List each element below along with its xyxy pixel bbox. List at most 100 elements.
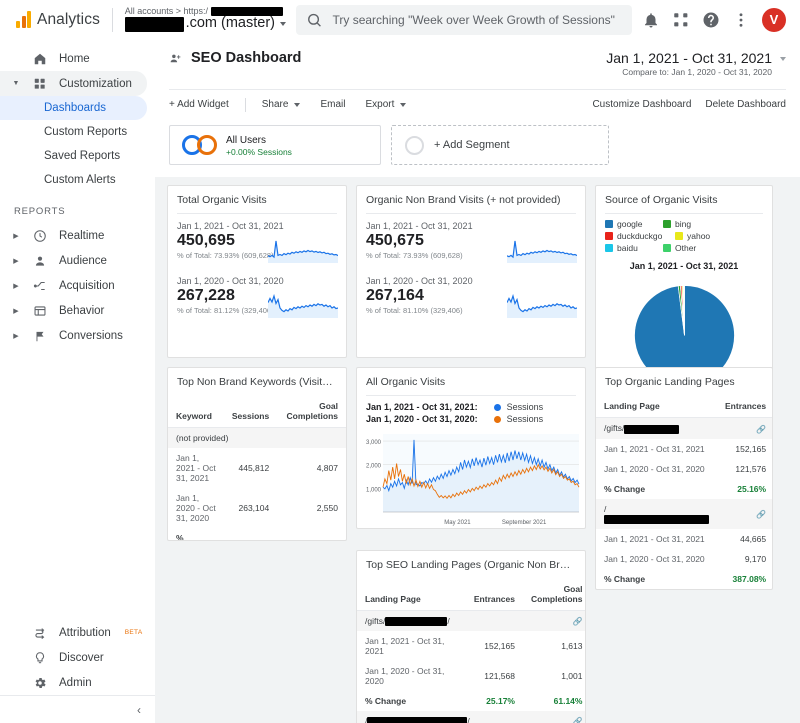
table-row: Jan 1, 2021 - Oct 31, 2021152,1651,613: [357, 631, 586, 661]
sidebar-label-saved-reports: Saved Reports: [44, 150, 120, 162]
account-selector[interactable]: All accounts > https:/ .com (master): [125, 7, 286, 33]
col-sessions[interactable]: Sessions: [224, 395, 277, 428]
legend-label-bing: bing: [675, 219, 691, 229]
apps-grid-icon[interactable]: [672, 11, 690, 29]
customize-dashboard-button[interactable]: Customize Dashboard: [592, 99, 691, 110]
link-cell[interactable]: 🔗: [523, 610, 586, 631]
sidebar-label-audience: Audience: [59, 255, 107, 267]
account-name[interactable]: .com (master): [125, 16, 286, 32]
path-suffix: /: [447, 616, 449, 626]
metric-row: Jan 1, 2020 - Oct 31, 2020 267,164 % of …: [357, 269, 585, 324]
help-icon[interactable]: [702, 11, 720, 29]
sidebar-item-custom-alerts[interactable]: Custom Alerts: [0, 168, 147, 192]
sidebar-item-dashboards[interactable]: Dashboards: [0, 96, 147, 120]
col-landing-page[interactable]: Landing Page: [357, 578, 466, 611]
sidebar-item-behavior[interactable]: ▶ Behavior: [0, 298, 147, 323]
table-body: /gifts// 🔗 Jan 1, 2021 - Oct 31, 2021152,1…: [357, 610, 586, 723]
add-segment-button[interactable]: + Add Segment: [391, 125, 609, 165]
share-users-icon[interactable]: [169, 52, 182, 65]
behavior-icon: [32, 303, 47, 318]
col-goal-completions[interactable]: Goal Completions: [277, 395, 346, 428]
sidebar-item-home[interactable]: Home: [0, 46, 147, 71]
export-button[interactable]: Export: [355, 99, 416, 110]
cell-entrances: 121,568: [466, 661, 523, 691]
sidebar-item-attribution[interactable]: Attribution BETA: [0, 620, 147, 645]
keywords-table: Keyword Sessions Goal Completions (not p…: [168, 395, 346, 540]
add-widget-button[interactable]: + Add Widget: [169, 99, 239, 110]
chart-legend: Jan 1, 2021 - Oct 31, 2021: Sessions Jan…: [357, 396, 585, 428]
sidebar-item-conversions[interactable]: ▶ Conversions: [0, 323, 147, 348]
top-icons: V: [642, 8, 792, 32]
segment-all-users[interactable]: All Users +0.00% Sessions: [169, 125, 381, 165]
search-input[interactable]: [332, 13, 622, 27]
toolbar-right: Customize Dashboard Delete Dashboard: [592, 99, 786, 110]
sidebar-label-attribution: Attribution: [59, 627, 111, 639]
widget-title: Top Organic Landing Pages: [596, 368, 772, 395]
sidebar-item-acquisition[interactable]: ▶ Acquisition: [0, 273, 147, 298]
sidebar-item-saved-reports[interactable]: Saved Reports: [0, 144, 147, 168]
external-link-icon[interactable]: 🔗: [756, 510, 766, 519]
chevron-right-icon: ▶: [12, 232, 20, 240]
group-label: (not provided): [168, 428, 346, 449]
redacted-account: [125, 17, 184, 32]
table-group-row[interactable]: //🔗: [357, 711, 586, 723]
date-range-selector[interactable]: Jan 1, 2021 - Oct 31, 2021 Compare to: J…: [606, 50, 786, 77]
metric-row: Jan 1, 2021 - Oct 31, 2021 450,695 % of …: [168, 214, 346, 269]
link-cell[interactable]: 🔗: [717, 499, 773, 529]
widget-title: All Organic Visits: [357, 368, 585, 395]
cell-goal-completions: 61.14%: [523, 691, 586, 711]
share-button[interactable]: Share: [252, 99, 311, 110]
metric-date: Jan 1, 2021 - Oct 31, 2021: [366, 221, 576, 231]
avatar[interactable]: V: [762, 8, 786, 32]
delete-dashboard-button[interactable]: Delete Dashboard: [705, 99, 786, 110]
external-link-icon[interactable]: 🔗: [573, 717, 583, 723]
sidebar-item-discover[interactable]: Discover: [0, 645, 147, 670]
sidebar: Home ▼ Customization Dashboards Custom R…: [0, 40, 155, 723]
table-group-row[interactable]: (not provided): [168, 428, 346, 449]
table-group-row[interactable]: /gifts/ 🔗: [596, 418, 773, 439]
col-goal-completions[interactable]: Goal Completions: [523, 578, 586, 611]
group-label: /gifts//: [357, 610, 523, 631]
search-box[interactable]: [296, 5, 632, 35]
top-bar: Analytics All accounts > https:/ .com (m…: [0, 0, 800, 40]
search-icon: [306, 11, 322, 29]
sidebar-item-customization[interactable]: ▼ Customization: [0, 71, 147, 96]
clock-icon: [32, 228, 47, 243]
legend-metric: Sessions: [507, 402, 544, 412]
sidebar-item-audience[interactable]: ▶ Audience: [0, 248, 147, 273]
col-keyword[interactable]: Keyword: [168, 395, 224, 428]
link-cell[interactable]: 🔗: [523, 711, 586, 723]
pie-legend-item-Other: Other: [663, 243, 711, 253]
table-group-row[interactable]: /🔗: [596, 499, 773, 529]
segment-bar: All Users +0.00% Sessions + Add Segment: [155, 119, 800, 177]
col-landing-page[interactable]: Landing Page: [596, 395, 717, 418]
email-button[interactable]: Email: [310, 99, 355, 110]
group-label: /gifts/: [596, 418, 717, 439]
legend-swatch-Other: [663, 244, 671, 252]
pie-legend-item-duckduckgo: duckduckgo: [605, 231, 665, 241]
sidebar-label-home: Home: [59, 53, 90, 65]
sidebar-item-custom-reports[interactable]: Custom Reports: [0, 120, 147, 144]
row-label: % Change: [596, 569, 717, 589]
table-group-row[interactable]: /gifts// 🔗: [357, 610, 586, 631]
y-tick-label: 3,000: [366, 440, 382, 446]
sidebar-collapse-button[interactable]: ‹: [0, 695, 155, 723]
legend-period: Jan 1, 2021 - Oct 31, 2021:: [366, 402, 478, 412]
col-entrances[interactable]: Entrances: [466, 578, 523, 611]
bell-icon[interactable]: [642, 11, 660, 29]
external-link-icon[interactable]: 🔗: [756, 425, 766, 434]
beta-badge: BETA: [125, 629, 143, 636]
row-label: Jan 1, 2020 - Oct 31, 2020: [596, 549, 717, 569]
external-link-icon[interactable]: 🔗: [573, 617, 583, 626]
legend-row-2021: Jan 1, 2021 - Oct 31, 2021: Sessions: [366, 402, 576, 412]
path-suffix: /: [467, 716, 469, 723]
metric-row: Jan 1, 2021 - Oct 31, 2021 450,675 % of …: [357, 214, 585, 269]
acquisition-icon: [32, 278, 47, 293]
chevron-right-icon: ▶: [12, 307, 20, 315]
sidebar-item-realtime[interactable]: ▶ Realtime: [0, 223, 147, 248]
col-entrances[interactable]: Entrances: [717, 395, 773, 418]
sidebar-item-admin[interactable]: Admin: [0, 670, 147, 695]
link-cell[interactable]: 🔗: [717, 418, 773, 439]
table-row: Jan 1, 2020 - Oct 31, 2020121,576: [596, 459, 773, 479]
more-vert-icon[interactable]: [732, 11, 750, 29]
